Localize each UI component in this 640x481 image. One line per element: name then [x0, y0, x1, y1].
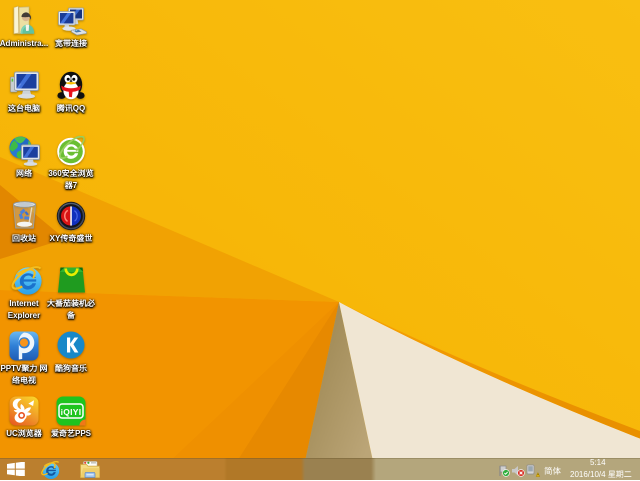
svg-text:iQIYI: iQIYI	[61, 407, 82, 417]
